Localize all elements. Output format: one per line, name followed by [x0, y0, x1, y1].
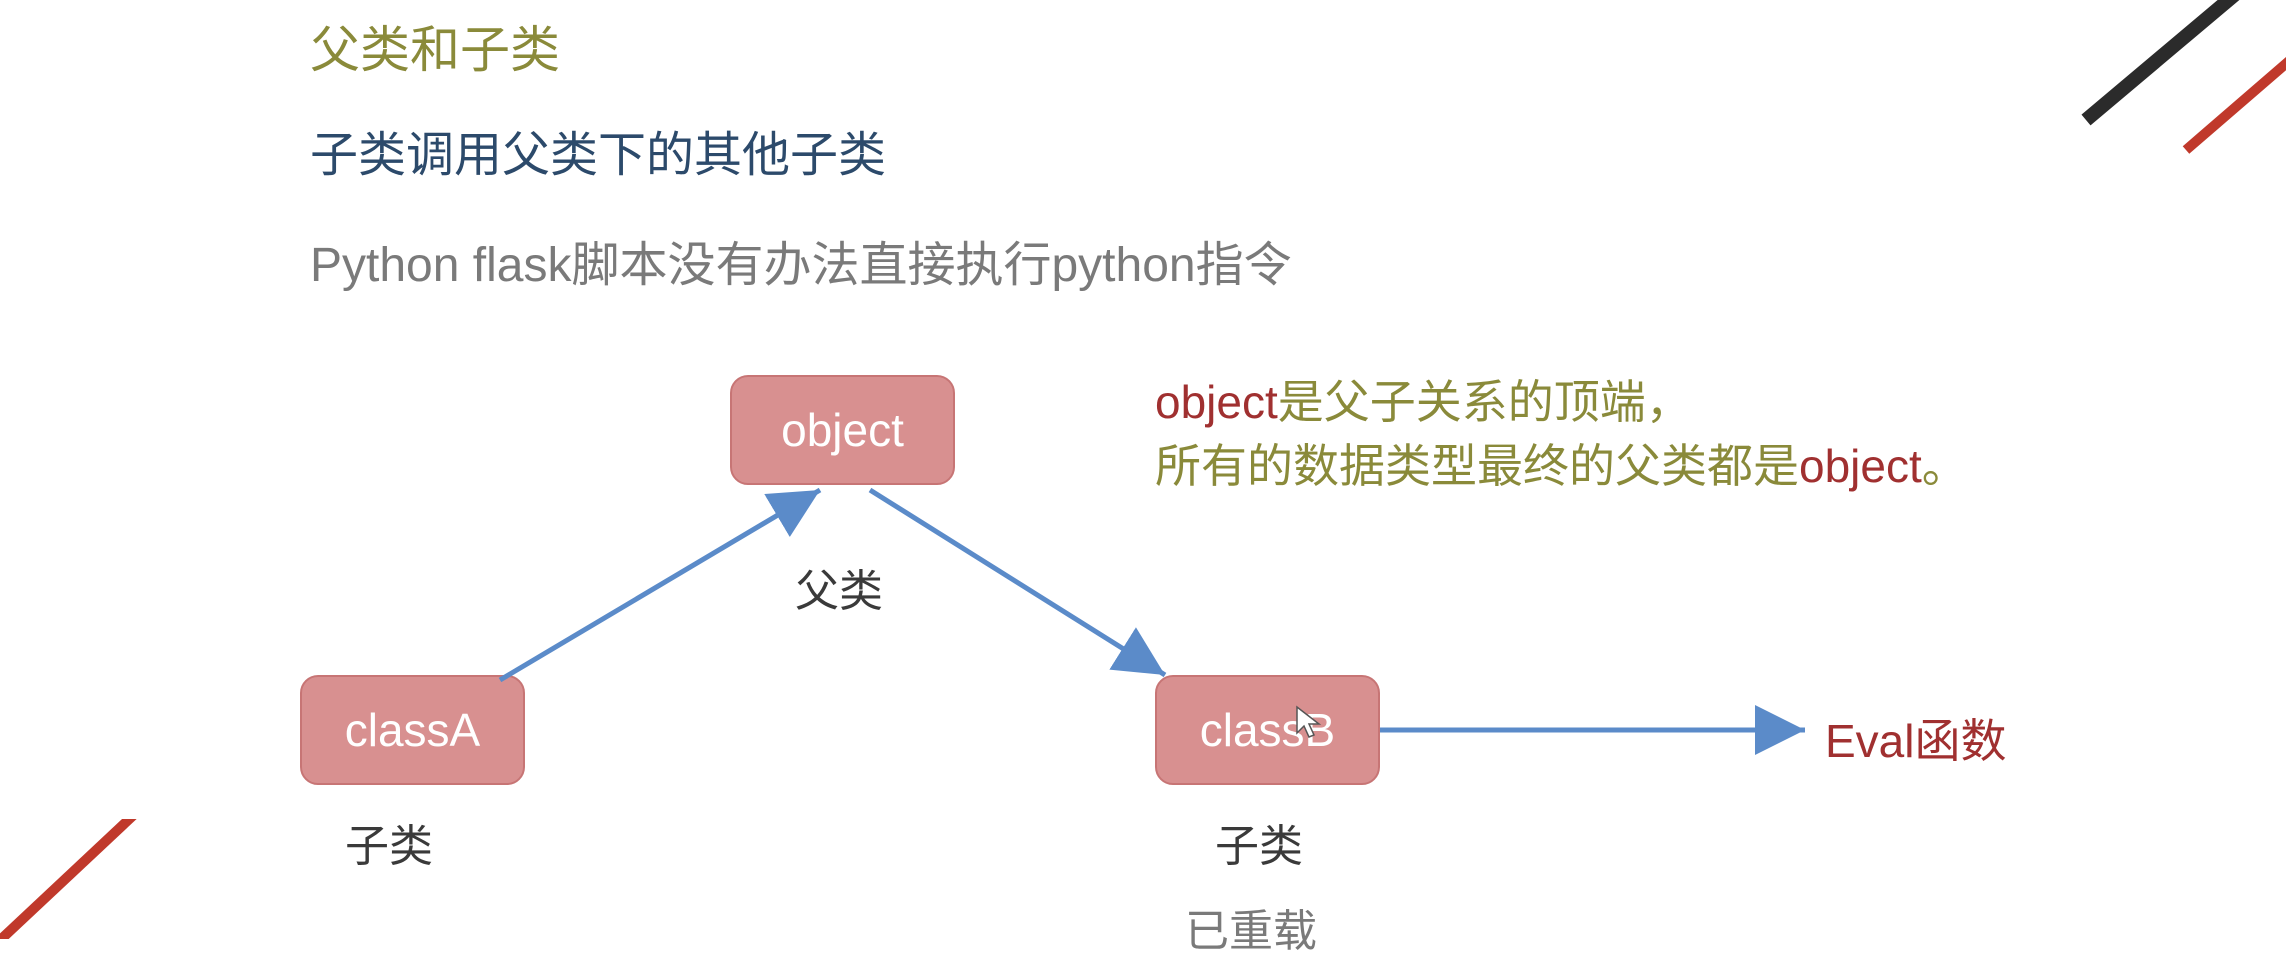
note-object-word-2: object — [1799, 440, 1922, 492]
node-classB: classB — [1155, 675, 1380, 785]
label-overloaded: 已重载 — [1185, 895, 1317, 959]
note-line2-prefix: 所有的数据类型最终的父类都是 — [1155, 440, 1799, 492]
heading-subclass-call: 子类调用父类下的其他子类 — [310, 115, 886, 185]
note-line2-suffix: 。 — [1922, 440, 1968, 492]
arrow-object-to-classB — [870, 490, 1165, 675]
decoration-top-right — [2026, 0, 2286, 160]
arrow-classA-to-object — [500, 490, 820, 680]
node-object: object — [730, 375, 955, 485]
heading-parent-child: 父类和子类 — [310, 10, 560, 82]
label-parent-class: 父类 — [795, 555, 883, 619]
label-eval-function: Eval函数 — [1825, 705, 2006, 771]
note-object-word-1: object — [1155, 376, 1278, 428]
note-object-top: object是父子关系的顶端， 所有的数据类型最终的父类都是object。 — [1155, 370, 1968, 499]
decoration-bottom-left — [0, 819, 180, 939]
heading-python-desc: Python flask脚本没有办法直接执行python指令 — [310, 225, 1292, 295]
label-child-a: 子类 — [345, 810, 433, 874]
note-line1-rest: 是父子关系的顶端， — [1278, 376, 1692, 428]
label-child-b: 子类 — [1215, 810, 1303, 874]
node-classA: classA — [300, 675, 525, 785]
